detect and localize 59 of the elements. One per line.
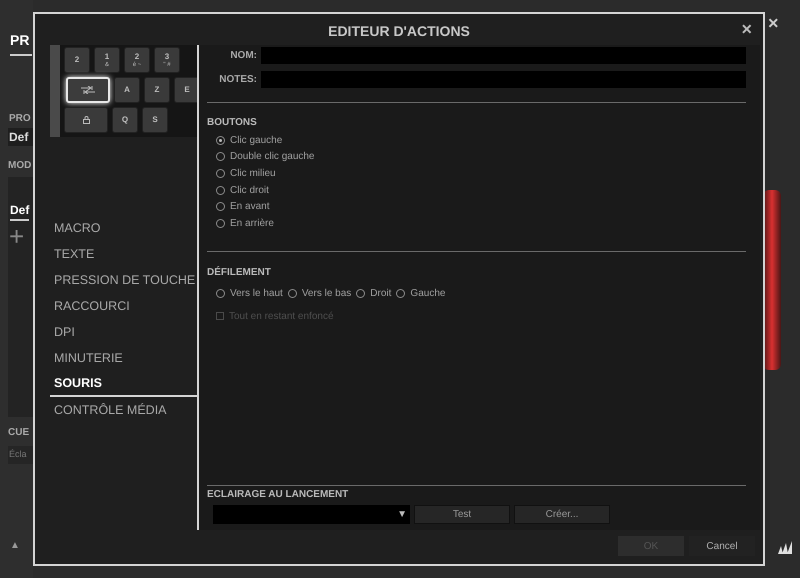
radio-label[interactable]: Vers le haut bbox=[230, 286, 283, 301]
action-type-item[interactable]: CONTRÔLE MÉDIA bbox=[50, 397, 197, 423]
text-field[interactable] bbox=[261, 47, 746, 64]
action-type-item[interactable]: MINUTERIE bbox=[50, 345, 197, 371]
field-label: NOTES: bbox=[218, 73, 257, 87]
section-label: CUE bbox=[8, 426, 30, 440]
radio-button[interactable] bbox=[216, 218, 225, 228]
radio-label[interactable]: Clic gauche bbox=[230, 132, 282, 148]
add-button[interactable]: + bbox=[9, 223, 24, 249]
radio-button[interactable] bbox=[216, 168, 225, 178]
section-title: BOUTONS bbox=[207, 116, 258, 130]
radio-label[interactable]: En avant bbox=[230, 199, 270, 214]
keyboard-key[interactable]: S bbox=[142, 107, 168, 133]
radio-button[interactable] bbox=[216, 186, 225, 195]
radio-label[interactable]: Vers le bas bbox=[302, 286, 352, 301]
tab-icon bbox=[80, 86, 96, 94]
action-button[interactable]: Créer... bbox=[514, 505, 610, 524]
section-title: ECLAIRAGE AU LANCEMENT bbox=[207, 488, 350, 502]
radio-label[interactable]: En arrière bbox=[230, 216, 274, 231]
lighting-dropdown[interactable]: ▼ bbox=[213, 505, 410, 524]
keyboard-key[interactable]: Z bbox=[144, 77, 170, 103]
close-button[interactable]: × bbox=[768, 10, 779, 37]
keyboard-key[interactable]: 2 bbox=[64, 47, 90, 73]
keyboard-key[interactable]: E bbox=[174, 77, 197, 103]
action-type-item[interactable]: DPI bbox=[50, 319, 197, 345]
radio-button[interactable] bbox=[396, 288, 406, 298]
keyboard-key[interactable]: A bbox=[114, 77, 140, 103]
lock-icon bbox=[82, 116, 90, 124]
radio-label[interactable]: Gauche bbox=[410, 286, 446, 301]
action-type-item[interactable]: PRESSION DE TOUCHE bbox=[50, 267, 197, 293]
keyboard-key[interactable] bbox=[64, 107, 108, 133]
section-label: PRO bbox=[9, 112, 31, 126]
action-button[interactable]: Test bbox=[414, 505, 510, 524]
radio-button[interactable] bbox=[216, 152, 225, 162]
action-type-item[interactable]: TEXTE bbox=[50, 241, 197, 267]
mode-tab[interactable]: Def bbox=[10, 201, 30, 221]
radio-label[interactable]: Double clic gauche bbox=[230, 149, 314, 164]
radio-button[interactable] bbox=[356, 288, 366, 298]
radio-label[interactable]: Clic milieu bbox=[230, 166, 276, 181]
dropdown-arrow: ▼ bbox=[397, 508, 407, 522]
section-label: MOD bbox=[8, 159, 32, 173]
radio-label[interactable]: Clic droit bbox=[230, 182, 269, 198]
field-label: NOM: bbox=[229, 49, 257, 63]
action-type-item[interactable]: MACRO bbox=[50, 215, 197, 241]
dialog-title: EDITEUR D'ACTIONS bbox=[328, 22, 470, 41]
radio-button[interactable] bbox=[288, 288, 297, 298]
profile-field[interactable]: Def bbox=[8, 128, 33, 146]
radio-button[interactable] bbox=[216, 202, 225, 212]
text-field[interactable] bbox=[261, 71, 746, 88]
scroll-up-button[interactable]: ▲ bbox=[10, 538, 20, 552]
radio-button[interactable] bbox=[216, 136, 225, 145]
radio-label[interactable]: Droit bbox=[370, 286, 392, 301]
lighting-field[interactable]: Écla bbox=[8, 446, 33, 464]
action-type-item[interactable]: RACCOURCI bbox=[50, 293, 197, 319]
sails-logo-icon bbox=[777, 541, 793, 555]
section-title: DÉFILEMENT bbox=[207, 265, 272, 280]
keyboard-key[interactable]: Q bbox=[112, 107, 138, 133]
radio-button[interactable] bbox=[216, 288, 225, 298]
close-button[interactable]: × bbox=[741, 20, 752, 38]
